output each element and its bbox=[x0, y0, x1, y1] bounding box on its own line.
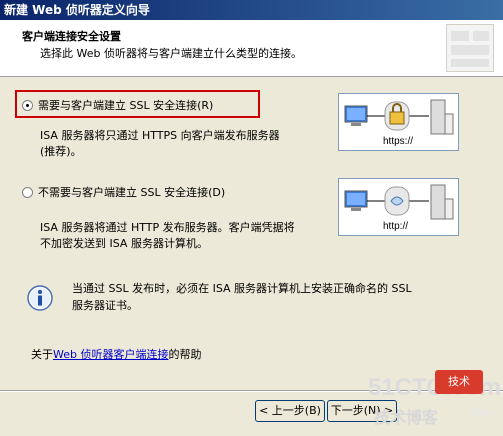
note-line: 服务器证书。 bbox=[72, 299, 138, 312]
https-label: https:// bbox=[383, 136, 414, 147]
description-line: ISA 服务器将通过 HTTP 发布服务器。客户端凭据将 bbox=[40, 221, 295, 234]
watermark-blog: Blog bbox=[472, 408, 495, 419]
watermark-tagline: 技术博客 bbox=[374, 410, 439, 427]
note-line: 当通过 SSL 发布时，必须在 ISA 服务器计算机上安装正确命名的 SSL bbox=[72, 282, 412, 295]
info-icon bbox=[27, 285, 53, 311]
description-line: ISA 服务器将只通过 HTTPS 向客户端发布服务器 bbox=[40, 129, 280, 142]
ssl-required-description: ISA 服务器将只通过 HTTPS 向客户端发布服务器 (推荐)。 bbox=[40, 128, 280, 160]
radio-checked-icon[interactable] bbox=[22, 99, 33, 111]
http-diagram: http:// bbox=[338, 178, 459, 236]
wizard-graphic-icon bbox=[446, 24, 494, 72]
ssl-not-required-description: ISA 服务器将通过 HTTP 发布服务器。客户端凭据将 不加密发送到 ISA … bbox=[40, 220, 295, 252]
help-text: 关于Web 侦听器客户端连接的帮助 bbox=[31, 346, 201, 362]
http-label: http:// bbox=[383, 221, 409, 232]
https-diagram: https:// bbox=[338, 93, 459, 151]
page-title: 客户端连接安全设置 bbox=[22, 30, 121, 43]
ssl-certificate-note: 当通过 SSL 发布时，必须在 ISA 服务器计算机上安装正确命名的 SSL 服… bbox=[72, 280, 412, 314]
window-title: 新建 Web 侦听器定义向导 bbox=[4, 3, 150, 17]
ssl-required-radio[interactable]: 需要与客户端建立 SSL 安全连接(R) bbox=[22, 97, 213, 113]
ssl-not-required-radio[interactable]: 不需要与客户端建立 SSL 安全连接(D) bbox=[22, 184, 225, 200]
back-button[interactable]: < 上一步(B) bbox=[255, 400, 325, 422]
title-bar: 新建 Web 侦听器定义向导 bbox=[0, 0, 503, 20]
help-suffix: 的帮助 bbox=[168, 348, 202, 361]
watermark-badge: 技术 bbox=[435, 370, 483, 394]
description-line: (推荐)。 bbox=[40, 145, 82, 158]
help-prefix: 关于 bbox=[31, 348, 53, 361]
site-watermark: 51CTO.com 技术 技术博客 Blog bbox=[360, 368, 501, 434]
page-subtitle: 选择此 Web 侦听器将与客户端建立什么类型的连接。 bbox=[40, 47, 302, 60]
help-link[interactable]: Web 侦听器客户端连接 bbox=[53, 348, 168, 361]
wizard-header: 客户端连接安全设置 选择此 Web 侦听器将与客户端建立什么类型的连接。 bbox=[0, 20, 503, 77]
radio-unchecked-icon[interactable] bbox=[22, 186, 33, 198]
description-line: 不加密发送到 ISA 服务器计算机。 bbox=[40, 237, 208, 250]
ssl-not-required-label[interactable]: 不需要与客户端建立 SSL 安全连接(D) bbox=[38, 184, 225, 200]
ssl-required-label[interactable]: 需要与客户端建立 SSL 安全连接(R) bbox=[38, 97, 213, 113]
